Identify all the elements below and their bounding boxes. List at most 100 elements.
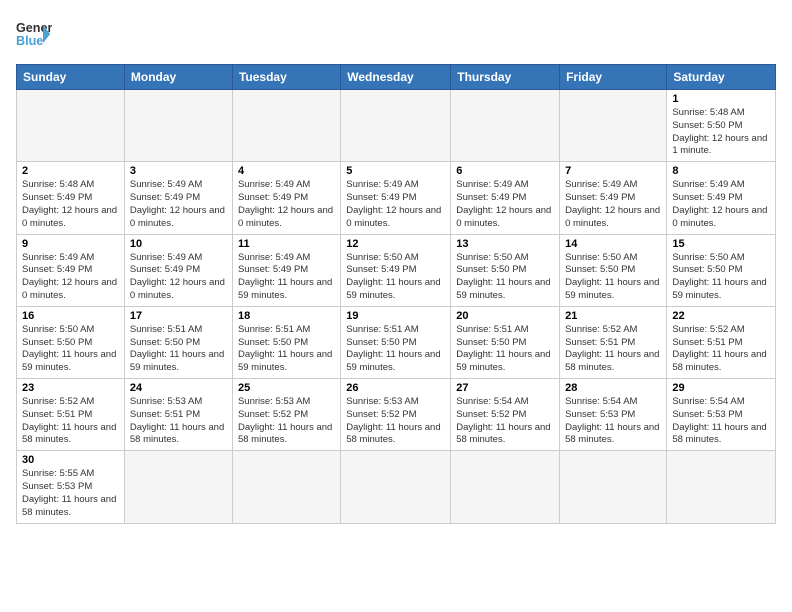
day-info: Sunrise: 5:53 AM Sunset: 5:52 PM Dayligh…	[238, 396, 335, 447]
day-number: 5	[346, 165, 445, 177]
day-info: Sunrise: 5:50 AM Sunset: 5:50 PM Dayligh…	[672, 252, 770, 303]
calendar-day-cell	[124, 90, 232, 162]
calendar-day-cell	[560, 90, 667, 162]
calendar-day-cell: 24 Sunrise: 5:53 AM Sunset: 5:51 PM Dayli…	[124, 379, 232, 451]
day-number: 15	[672, 238, 770, 250]
day-info: Sunrise: 5:52 AM Sunset: 5:51 PM Dayligh…	[672, 324, 770, 375]
day-info: Sunrise: 5:49 AM Sunset: 5:49 PM Dayligh…	[456, 179, 554, 230]
calendar-day-cell: 26 Sunrise: 5:53 AM Sunset: 5:52 PM Dayli…	[341, 379, 451, 451]
day-info: Sunrise: 5:49 AM Sunset: 5:49 PM Dayligh…	[238, 179, 335, 230]
day-info: Sunrise: 5:49 AM Sunset: 5:49 PM Dayligh…	[346, 179, 445, 230]
day-info: Sunrise: 5:49 AM Sunset: 5:49 PM Dayligh…	[130, 179, 227, 230]
page-header: General Blue	[16, 16, 776, 52]
weekday-header-cell: Friday	[560, 65, 667, 90]
calendar-day-cell: 13Sunrise: 5:50 AM Sunset: 5:50 PM Dayli…	[451, 234, 560, 306]
calendar-week-row: 1 Sunrise: 5:48 AM Sunset: 5:50 PM Daylig…	[17, 90, 776, 162]
calendar-week-row: 16Sunrise: 5:50 AM Sunset: 5:50 PM Dayli…	[17, 306, 776, 378]
day-number: 13	[456, 238, 554, 250]
calendar-day-cell	[341, 90, 451, 162]
calendar-week-row: 9 Sunrise: 5:49 AM Sunset: 5:49 PM Daylig…	[17, 234, 776, 306]
day-number: 17	[130, 310, 227, 322]
weekday-header-cell: Saturday	[667, 65, 776, 90]
calendar-day-cell	[124, 451, 232, 523]
day-number: 21	[565, 310, 661, 322]
day-number: 11	[238, 238, 335, 250]
day-number: 1	[672, 93, 770, 105]
calendar-day-cell: 6 Sunrise: 5:49 AM Sunset: 5:49 PM Daylig…	[451, 162, 560, 234]
day-info: Sunrise: 5:49 AM Sunset: 5:49 PM Dayligh…	[130, 252, 227, 303]
calendar-day-cell: 20Sunrise: 5:51 AM Sunset: 5:50 PM Dayli…	[451, 306, 560, 378]
day-number: 26	[346, 382, 445, 394]
day-number: 18	[238, 310, 335, 322]
day-info: Sunrise: 5:52 AM Sunset: 5:51 PM Dayligh…	[22, 396, 119, 447]
day-info: Sunrise: 5:54 AM Sunset: 5:53 PM Dayligh…	[672, 396, 770, 447]
day-info: Sunrise: 5:51 AM Sunset: 5:50 PM Dayligh…	[346, 324, 445, 375]
day-number: 20	[456, 310, 554, 322]
calendar-day-cell: 1 Sunrise: 5:48 AM Sunset: 5:50 PM Daylig…	[667, 90, 776, 162]
calendar-day-cell: 9Sunrise: 5:49 AM Sunset: 5:49 PM Daylig…	[17, 234, 125, 306]
day-number: 30	[22, 454, 119, 466]
day-info: Sunrise: 5:51 AM Sunset: 5:50 PM Dayligh…	[130, 324, 227, 375]
calendar-day-cell	[232, 90, 340, 162]
day-info: Sunrise: 5:50 AM Sunset: 5:49 PM Dayligh…	[346, 252, 445, 303]
day-number: 23	[22, 382, 119, 394]
day-info: Sunrise: 5:51 AM Sunset: 5:50 PM Dayligh…	[238, 324, 335, 375]
weekday-header-cell: Thursday	[451, 65, 560, 90]
day-number: 22	[672, 310, 770, 322]
day-info: Sunrise: 5:54 AM Sunset: 5:53 PM Dayligh…	[565, 396, 661, 447]
calendar-week-row: 23 Sunrise: 5:52 AM Sunset: 5:51 PM Dayli…	[17, 379, 776, 451]
calendar-day-cell: 18 Sunrise: 5:51 AM Sunset: 5:50 PM Dayli…	[232, 306, 340, 378]
calendar-day-cell: 28 Sunrise: 5:54 AM Sunset: 5:53 PM Dayli…	[560, 379, 667, 451]
day-number: 6	[456, 165, 554, 177]
calendar-day-cell: 25 Sunrise: 5:53 AM Sunset: 5:52 PM Dayli…	[232, 379, 340, 451]
day-number: 25	[238, 382, 335, 394]
day-info: Sunrise: 5:49 AM Sunset: 5:49 PM Dayligh…	[672, 179, 770, 230]
day-info: Sunrise: 5:52 AM Sunset: 5:51 PM Dayligh…	[565, 324, 661, 375]
day-number: 16	[22, 310, 119, 322]
calendar-day-cell: 10 Sunrise: 5:49 AM Sunset: 5:49 PM Dayli…	[124, 234, 232, 306]
calendar-day-cell: 4 Sunrise: 5:49 AM Sunset: 5:49 PM Daylig…	[232, 162, 340, 234]
day-number: 4	[238, 165, 335, 177]
day-info: Sunrise: 5:53 AM Sunset: 5:51 PM Dayligh…	[130, 396, 227, 447]
day-number: 29	[672, 382, 770, 394]
calendar-week-row: 30 Sunrise: 5:55 AM Sunset: 5:53 PM Dayli…	[17, 451, 776, 523]
calendar-day-cell: 7 Sunrise: 5:49 AM Sunset: 5:49 PM Daylig…	[560, 162, 667, 234]
day-number: 28	[565, 382, 661, 394]
day-number: 2	[22, 165, 119, 177]
calendar-day-cell	[232, 451, 340, 523]
calendar-day-cell: 2 Sunrise: 5:48 AM Sunset: 5:49 PM Daylig…	[17, 162, 125, 234]
day-info: Sunrise: 5:50 AM Sunset: 5:50 PM Dayligh…	[565, 252, 661, 303]
calendar-day-cell	[17, 90, 125, 162]
logo-icon: General Blue	[16, 16, 52, 52]
day-info: Sunrise: 5:49 AM Sunset: 5:49 PM Dayligh…	[565, 179, 661, 230]
weekday-header-row: SundayMondayTuesdayWednesdayThursdayFrid…	[17, 65, 776, 90]
calendar-day-cell	[451, 451, 560, 523]
calendar-day-cell: 17 Sunrise: 5:51 AM Sunset: 5:50 PM Dayli…	[124, 306, 232, 378]
calendar-day-cell	[560, 451, 667, 523]
day-number: 3	[130, 165, 227, 177]
calendar-day-cell	[341, 451, 451, 523]
day-number: 27	[456, 382, 554, 394]
calendar-day-cell: 19 Sunrise: 5:51 AM Sunset: 5:50 PM Dayli…	[341, 306, 451, 378]
day-number: 10	[130, 238, 227, 250]
calendar-day-cell: 27 Sunrise: 5:54 AM Sunset: 5:52 PM Dayli…	[451, 379, 560, 451]
weekday-header-cell: Monday	[124, 65, 232, 90]
day-info: Sunrise: 5:54 AM Sunset: 5:52 PM Dayligh…	[456, 396, 554, 447]
day-number: 9	[22, 238, 119, 250]
svg-text:Blue: Blue	[16, 34, 43, 48]
logo: General Blue	[16, 16, 52, 52]
calendar-day-cell: 23 Sunrise: 5:52 AM Sunset: 5:51 PM Dayli…	[17, 379, 125, 451]
calendar-day-cell: 16Sunrise: 5:50 AM Sunset: 5:50 PM Dayli…	[17, 306, 125, 378]
day-number: 24	[130, 382, 227, 394]
calendar-day-cell: 29 Sunrise: 5:54 AM Sunset: 5:53 PM Dayli…	[667, 379, 776, 451]
weekday-header-cell: Wednesday	[341, 65, 451, 90]
day-info: Sunrise: 5:48 AM Sunset: 5:50 PM Dayligh…	[672, 107, 770, 158]
calendar-day-cell	[667, 451, 776, 523]
day-info: Sunrise: 5:53 AM Sunset: 5:52 PM Dayligh…	[346, 396, 445, 447]
weekday-header-cell: Tuesday	[232, 65, 340, 90]
day-number: 7	[565, 165, 661, 177]
day-info: Sunrise: 5:48 AM Sunset: 5:49 PM Dayligh…	[22, 179, 119, 230]
day-info: Sunrise: 5:55 AM Sunset: 5:53 PM Dayligh…	[22, 468, 119, 519]
calendar-day-cell	[451, 90, 560, 162]
day-number: 19	[346, 310, 445, 322]
